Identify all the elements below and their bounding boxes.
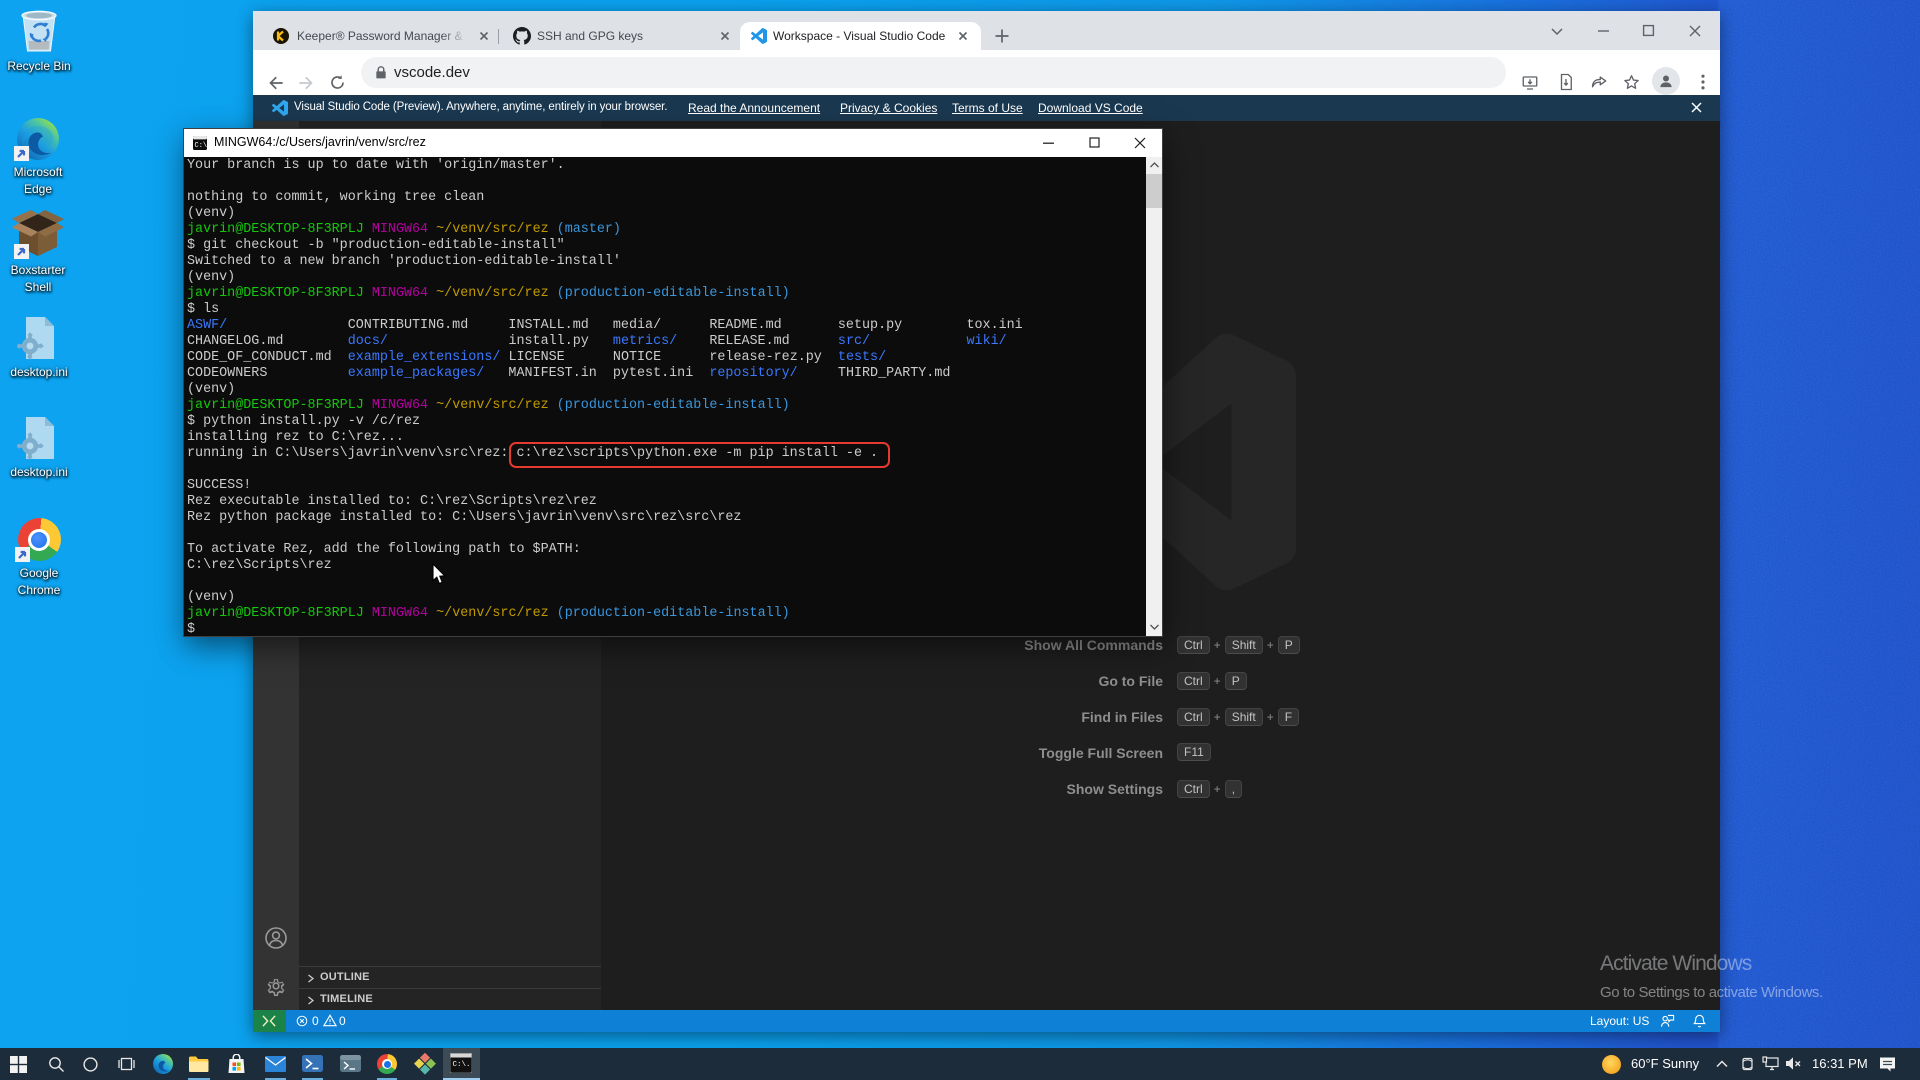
svg-text:C:\: C:\ bbox=[195, 142, 208, 150]
svg-text:C:\.: C:\. bbox=[453, 1061, 471, 1069]
